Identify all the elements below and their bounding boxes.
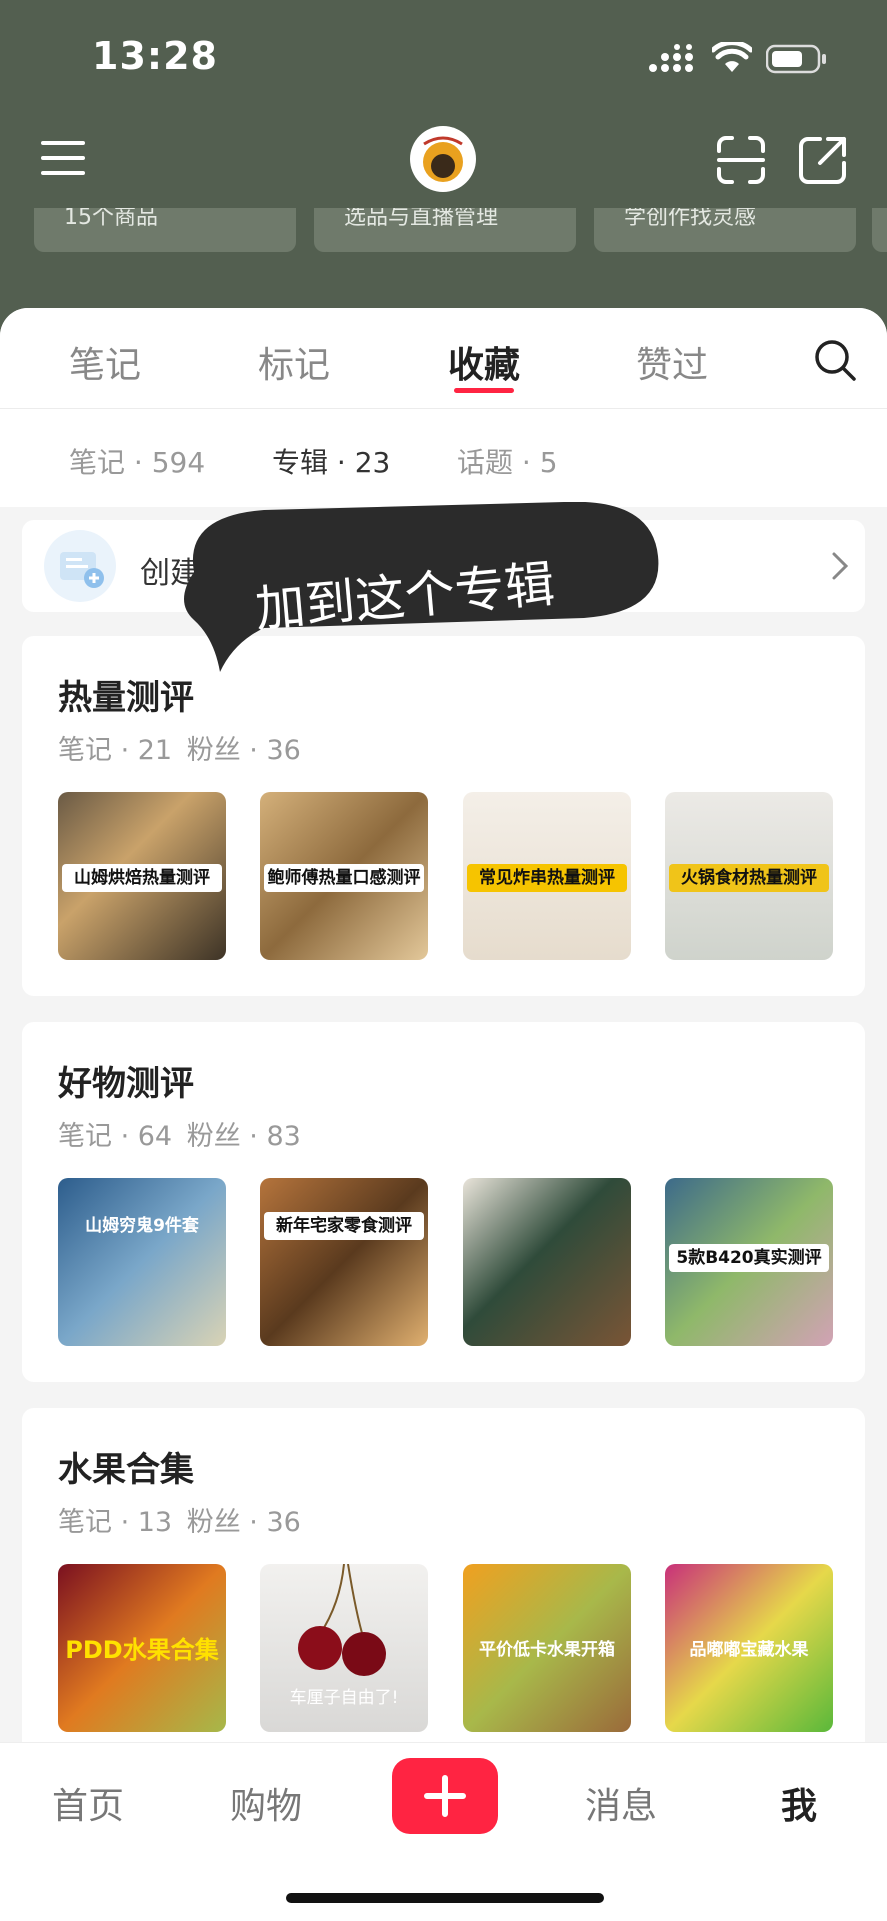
chevron-right-icon xyxy=(832,552,849,580)
quick-card-products[interactable]: 15个商品 xyxy=(34,208,296,252)
nav-messages[interactable]: 消息 xyxy=(585,1777,657,1829)
favorites-subtabs: 笔记 · 594 专辑 · 23 话题 · 5 xyxy=(0,409,887,507)
album-thumbnails: 山姆穷鬼9件套 新年宅家零食测评 5款B420真实测评 xyxy=(58,1178,833,1346)
album-thumbnails: PDD水果合集 车厘子自由了! 平价低卡水果开箱 品嘟嘟宝藏水果 xyxy=(58,1564,833,1732)
album-thumbnail[interactable] xyxy=(463,1178,631,1346)
album-thumbnail[interactable]: 山姆穷鬼9件套 xyxy=(58,1178,226,1346)
album-thumbnail[interactable]: 新年宅家零食测评 xyxy=(260,1178,428,1346)
album-card[interactable]: 水果合集 笔记 · 13 粉丝 · 36 PDD水果合集 车厘子自由了! 平价低… xyxy=(22,1408,865,1768)
album-thumbnail[interactable]: 平价低卡水果开箱 xyxy=(463,1564,631,1732)
bottom-nav: 首页 购物 消息 我 xyxy=(0,1742,887,1921)
thumbnail-caption: 品嘟嘟宝藏水果 xyxy=(689,1640,809,1660)
plus-icon xyxy=(424,1775,466,1817)
thumbnail-caption: 新年宅家零食测评 xyxy=(264,1212,424,1240)
quick-card-more[interactable] xyxy=(872,208,887,252)
home-indicator xyxy=(286,1893,604,1903)
profile-header: 13:28 15个商品 选品与直播管理 学创作找灵感 xyxy=(0,0,887,340)
album-title: 热量测评 xyxy=(58,678,194,718)
album-title: 水果合集 xyxy=(58,1450,194,1490)
status-time: 13:28 xyxy=(92,34,218,78)
search-icon[interactable] xyxy=(813,338,857,382)
tab-liked[interactable]: 赞过 xyxy=(636,336,708,388)
album-meta: 笔记 · 21 粉丝 · 36 xyxy=(58,728,307,767)
album-thumbnail[interactable]: 山姆烘焙热量测评 xyxy=(58,792,226,960)
album-title: 好物测评 xyxy=(58,1064,194,1104)
collections-panel: 笔记 标记 收藏 赞过 笔记 · 594 专辑 · 23 话题 · 5 创建新专… xyxy=(0,308,887,1920)
tab-favorites[interactable]: 收藏 xyxy=(448,336,520,388)
album-thumbnail[interactable]: 车厘子自由了! xyxy=(260,1564,428,1732)
thumbnail-caption: 山姆穷鬼9件套 xyxy=(85,1216,199,1236)
battery-icon xyxy=(766,44,826,74)
album-note-count: 笔记 · 13 xyxy=(58,1507,173,1538)
thumbnail-caption: 5款B420真实测评 xyxy=(669,1244,829,1272)
album-fan-count: 粉丝 · 36 xyxy=(186,735,301,766)
album-thumbnail[interactable]: 常见炸串热量测评 xyxy=(463,792,631,960)
thumbnail-caption: 平价低卡水果开箱 xyxy=(479,1640,615,1660)
nav-shopping[interactable]: 购物 xyxy=(230,1777,302,1829)
album-thumbnail[interactable]: 5款B420真实测评 xyxy=(665,1178,833,1346)
thumbnail-caption: 车厘子自由了! xyxy=(289,1688,399,1708)
avatar[interactable] xyxy=(410,126,476,192)
quick-card-live-management[interactable]: 选品与直播管理 xyxy=(314,208,576,252)
album-note-count: 笔记 · 64 xyxy=(58,1121,173,1152)
album-fan-count: 粉丝 · 83 xyxy=(186,1121,301,1152)
quick-cards: 15个商品 选品与直播管理 学创作找灵感 xyxy=(0,208,887,252)
album-fan-count: 粉丝 · 36 xyxy=(186,1507,301,1538)
thumbnail-caption: 鲍师傅热量口感测评 xyxy=(264,864,424,892)
album-thumbnail[interactable]: 鲍师傅热量口感测评 xyxy=(260,792,428,960)
share-icon[interactable] xyxy=(798,135,848,185)
subtab-notes[interactable]: 笔记 · 594 xyxy=(69,441,205,481)
album-thumbnails: 山姆烘焙热量测评 鲍师傅热量口感测评 常见炸串热量测评 火锅食材热量测评 xyxy=(58,792,833,960)
album-card[interactable]: 好物测评 笔记 · 64 粉丝 · 83 山姆穷鬼9件套 新年宅家零食测评 5款… xyxy=(22,1022,865,1382)
album-thumbnail[interactable]: PDD水果合集 xyxy=(58,1564,226,1732)
album-thumbnail[interactable]: 火锅食材热量测评 xyxy=(665,792,833,960)
create-album-icon xyxy=(44,530,116,602)
cellular-signal-icon xyxy=(649,44,693,72)
album-note-count: 笔记 · 21 xyxy=(58,735,173,766)
subtab-topics[interactable]: 话题 · 5 xyxy=(457,441,558,481)
subtab-albums[interactable]: 专辑 · 23 xyxy=(272,441,390,481)
thumbnail-caption: 山姆烘焙热量测评 xyxy=(62,864,222,892)
scan-icon[interactable] xyxy=(716,135,766,185)
album-thumbnail[interactable]: 品嘟嘟宝藏水果 xyxy=(665,1564,833,1732)
wifi-icon xyxy=(712,42,752,72)
album-meta: 笔记 · 64 粉丝 · 83 xyxy=(58,1114,307,1153)
status-bar: 13:28 xyxy=(0,0,887,110)
album-card[interactable]: 热量测评 笔记 · 21 粉丝 · 36 山姆烘焙热量测评 鲍师傅热量口感测评 … xyxy=(22,636,865,996)
album-meta: 笔记 · 13 粉丝 · 36 xyxy=(58,1500,307,1539)
tab-notes[interactable]: 笔记 xyxy=(69,336,141,388)
thumbnail-caption: 火锅食材热量测评 xyxy=(669,864,829,892)
thumbnail-caption: PDD水果合集 xyxy=(65,1636,219,1664)
thumbnail-caption: 常见炸串热量测评 xyxy=(467,864,627,892)
menu-icon[interactable] xyxy=(40,138,86,178)
active-tab-indicator xyxy=(454,388,514,393)
profile-tabs: 笔记 标记 收藏 赞过 xyxy=(0,308,887,409)
publish-button[interactable] xyxy=(392,1758,498,1834)
nav-home[interactable]: 首页 xyxy=(52,1777,124,1829)
tab-marks[interactable]: 标记 xyxy=(258,336,330,388)
nav-me[interactable]: 我 xyxy=(781,1777,817,1829)
quick-card-creation-inspiration[interactable]: 学创作找灵感 xyxy=(594,208,856,252)
